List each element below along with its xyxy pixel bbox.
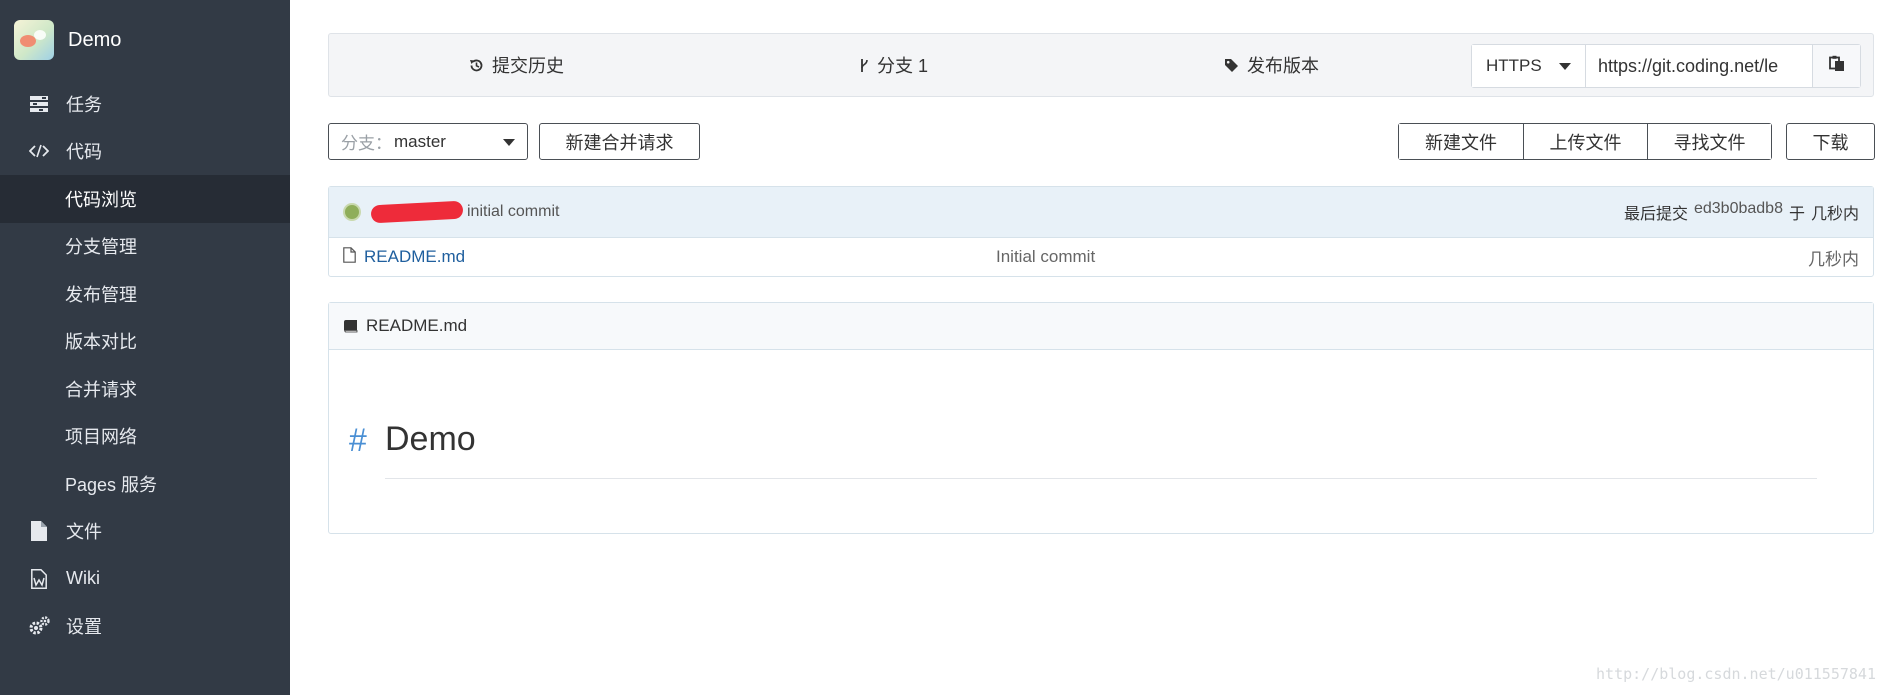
sidebar-item-pages[interactable]: Pages 服务 — [0, 460, 290, 508]
sidebar-item-tasks[interactable]: 任务 — [0, 80, 290, 128]
file-icon — [343, 246, 356, 268]
heading-divider — [385, 478, 1817, 479]
sidebar-item-label: 项目网络 — [65, 427, 137, 448]
sidebar-item-label: 分支管理 — [65, 237, 137, 258]
sidebar-item-label: Wiki — [66, 568, 100, 589]
project-brand[interactable]: Demo — [0, 0, 290, 80]
chevron-down-icon — [1559, 62, 1571, 70]
tab-label: 提交历史 — [492, 56, 564, 76]
sidebar-item-label: 代码浏览 — [65, 189, 137, 210]
book-icon — [343, 319, 358, 333]
sidebar-item-merge-requests[interactable]: 合并请求 — [0, 365, 290, 413]
repo-toolbar: 提交历史 分支 1 发布版本 HTTPS https://git.coding.… — [328, 33, 1874, 97]
file-icon — [28, 520, 50, 542]
history-icon — [469, 58, 484, 73]
watermark: http://blog.csdn.net/u011557841 — [1596, 665, 1876, 683]
wiki-icon — [28, 568, 50, 590]
project-name: Demo — [68, 28, 122, 51]
gears-icon — [28, 615, 50, 637]
new-file-button[interactable]: 新建文件 — [1399, 124, 1523, 159]
sidebar-item-label: 合并请求 — [65, 379, 137, 400]
branch-select-prefix: 分支： — [341, 134, 392, 153]
sidebar-item-label: 文件 — [66, 522, 102, 543]
sidebar-item-label: 设置 — [66, 617, 102, 638]
avatar[interactable] — [343, 203, 361, 221]
sidebar-item-code-browse[interactable]: 代码浏览 — [0, 175, 290, 223]
project-logo — [14, 20, 54, 60]
sidebar-item-settings[interactable]: 设置 — [0, 603, 290, 651]
readme-panel: README.md # Demo — [328, 302, 1874, 534]
commit-time: 几秒内 — [1810, 206, 1859, 223]
sidebar-item-files[interactable]: 文件 — [0, 508, 290, 556]
tab-label: 分支 1 — [877, 56, 929, 76]
chevron-down-icon — [503, 139, 515, 146]
tab-branches[interactable]: 分支 1 — [859, 34, 928, 96]
readme-header: README.md — [329, 303, 1873, 350]
commit-at-label: 于 — [1788, 206, 1805, 223]
sidebar-item-label: 任务 — [66, 94, 102, 115]
sidebar-item-releases[interactable]: 发布管理 — [0, 270, 290, 318]
file-list: initial commit 最后提交 ed3b0badb8 于 几秒内 REA… — [328, 186, 1874, 277]
sidebar-item-branches[interactable]: 分支管理 — [0, 223, 290, 271]
branch-select-value: master — [394, 131, 446, 151]
tab-label: 发布版本 — [1247, 56, 1319, 76]
clone-protocol-select[interactable]: HTTPS — [1472, 45, 1586, 87]
branch-icon — [859, 58, 869, 73]
readme-content: # Demo — [329, 350, 1873, 533]
tasks-icon — [28, 93, 50, 115]
table-row[interactable]: README.md Initial commit 几秒内 — [329, 238, 1873, 276]
file-actions-group: 新建文件 上传文件 寻找文件 — [1398, 123, 1772, 160]
commit-message[interactable]: initial commit — [467, 203, 559, 221]
heading-anchor-link[interactable]: # — [349, 422, 367, 459]
file-commit-message[interactable]: Initial commit — [996, 247, 1095, 267]
copy-url-button[interactable] — [1812, 45, 1860, 87]
upload-file-button[interactable]: 上传文件 — [1523, 124, 1647, 159]
redacted-author — [370, 200, 464, 224]
readme-filename: README.md — [366, 316, 468, 335]
tab-commit-history[interactable]: 提交历史 — [469, 34, 564, 96]
sidebar: Demo 任务 代码 代码浏览 分支管理 发布管理 版本对比 合并请求 项目网络… — [0, 0, 290, 695]
commit-sha-link[interactable]: ed3b0badb8 — [1694, 200, 1783, 224]
tab-releases[interactable]: 发布版本 — [1224, 34, 1319, 96]
sidebar-item-code[interactable]: 代码 — [0, 128, 290, 176]
clone-url-group: HTTPS https://git.coding.net/le — [1471, 44, 1861, 88]
sidebar-nav: 任务 代码 代码浏览 分支管理 发布管理 版本对比 合并请求 项目网络 Page… — [0, 80, 290, 650]
find-file-button[interactable]: 寻找文件 — [1647, 124, 1771, 159]
clone-url-input[interactable]: https://git.coding.net/le — [1586, 45, 1812, 87]
tag-icon — [1224, 58, 1239, 73]
last-commit-info: 最后提交 ed3b0badb8 于 几秒内 — [1624, 200, 1859, 224]
sidebar-item-compare[interactable]: 版本对比 — [0, 318, 290, 366]
sidebar-item-wiki[interactable]: Wiki — [0, 555, 290, 603]
clipboard-icon — [1828, 55, 1845, 77]
last-commit-label: 最后提交 — [1623, 206, 1688, 223]
new-merge-request-button[interactable]: 新建合并请求 — [539, 123, 700, 160]
sidebar-item-network[interactable]: 项目网络 — [0, 413, 290, 461]
code-icon — [28, 140, 50, 162]
latest-commit-bar: initial commit 最后提交 ed3b0badb8 于 几秒内 — [329, 187, 1873, 238]
sidebar-item-label: Pages 服务 — [65, 474, 158, 495]
clone-protocol-value: HTTPS — [1486, 56, 1542, 75]
file-commit-time: 几秒内 — [1808, 249, 1859, 269]
download-button[interactable]: 下载 — [1786, 123, 1875, 160]
file-name-link[interactable]: README.md — [364, 247, 465, 267]
branch-select[interactable]: 分支： master — [328, 123, 528, 160]
sidebar-item-label: 发布管理 — [65, 284, 137, 305]
sidebar-item-label: 代码 — [66, 142, 102, 163]
sidebar-item-label: 版本对比 — [65, 332, 137, 353]
readme-heading: Demo — [385, 420, 476, 458]
